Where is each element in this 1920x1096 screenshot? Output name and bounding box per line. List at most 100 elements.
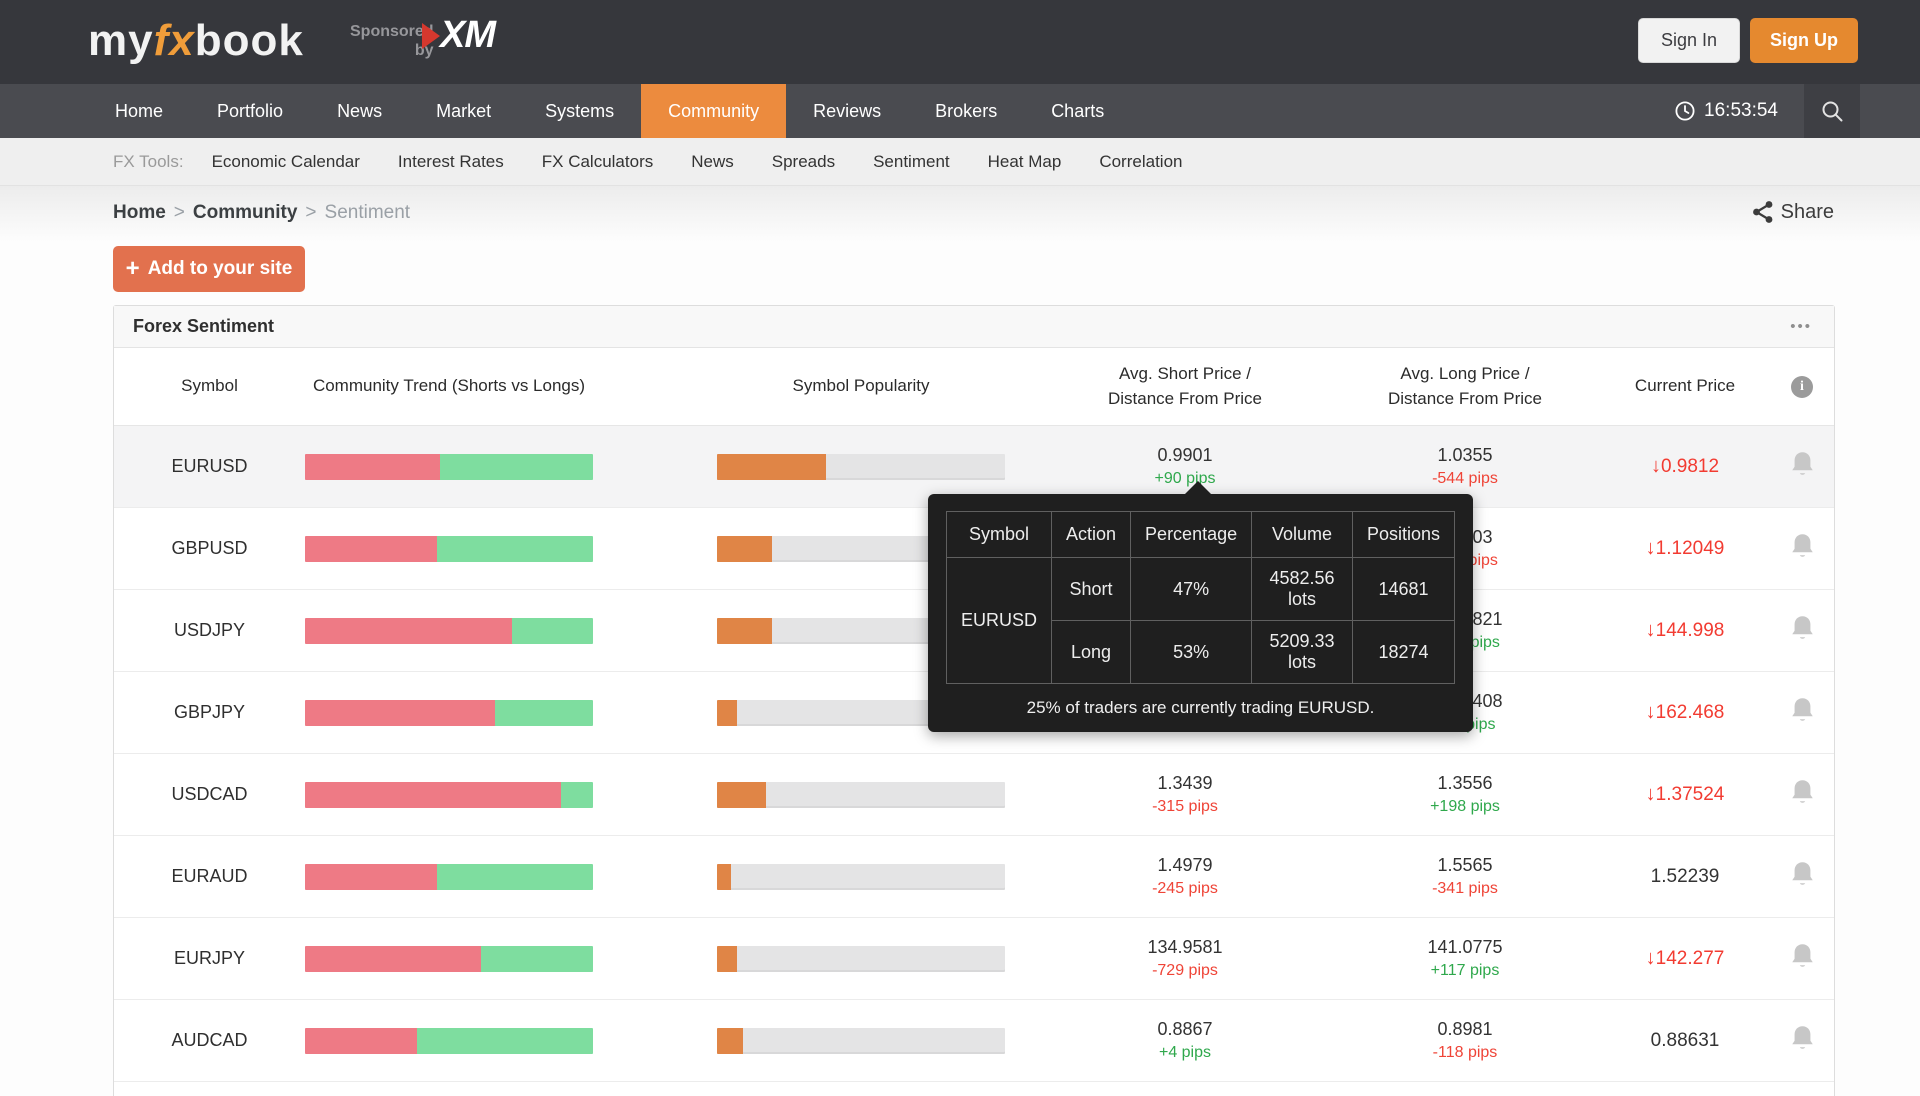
current-price: 0.88631 bbox=[1600, 1030, 1770, 1052]
symbol-popularity-bar[interactable] bbox=[717, 782, 1005, 808]
fx-tools-label: FX Tools: bbox=[113, 152, 184, 172]
short-distance-pips: -729 pips bbox=[1070, 962, 1300, 980]
nav-item-charts[interactable]: Charts bbox=[1024, 84, 1131, 138]
clock-icon bbox=[1674, 100, 1696, 122]
current-price: ↓144.998 bbox=[1600, 619, 1770, 642]
longs-bar-segment bbox=[481, 946, 593, 972]
nav-item-brokers[interactable]: Brokers bbox=[908, 84, 1024, 138]
fx-tool-fx-calculators[interactable]: FX Calculators bbox=[542, 152, 653, 172]
price-alert-button[interactable] bbox=[1770, 450, 1834, 484]
fx-tool-correlation[interactable]: Correlation bbox=[1099, 152, 1182, 172]
longs-bar-segment bbox=[512, 618, 593, 644]
myfxbook-logo[interactable]: myfxbook bbox=[88, 16, 304, 66]
nav-item-reviews[interactable]: Reviews bbox=[786, 84, 908, 138]
table-row-usdcad[interactable]: USDCAD1.3439-315 pips1.3556+198 pips↓1.3… bbox=[114, 754, 1834, 836]
shorts-bar-segment bbox=[305, 700, 495, 726]
breadcrumb: Home>Community>Sentiment bbox=[113, 202, 410, 224]
shorts-bar-segment bbox=[305, 782, 561, 808]
longs-bar-segment bbox=[561, 782, 593, 808]
fx-tool-spreads[interactable]: Spreads bbox=[772, 152, 835, 172]
bell-icon bbox=[1789, 860, 1816, 889]
fx-tool-sentiment[interactable]: Sentiment bbox=[873, 152, 950, 172]
tooltip-row-short: EURUSDShort47%4582.56 lots14681 bbox=[947, 558, 1455, 621]
breadcrumb-home[interactable]: Home bbox=[113, 202, 166, 223]
nav-item-news[interactable]: News bbox=[310, 84, 409, 138]
avg-long-price: 1.3556 bbox=[1350, 773, 1580, 794]
community-trend-bar[interactable] bbox=[305, 536, 593, 562]
tooltip-volume: 4582.56 lots bbox=[1252, 558, 1353, 621]
community-trend-bar[interactable] bbox=[305, 864, 593, 890]
avg-long-price: 141.0775 bbox=[1350, 937, 1580, 958]
nav-item-portfolio[interactable]: Portfolio bbox=[190, 84, 310, 138]
table-row-audcad[interactable]: AUDCAD0.8867+4 pips0.8981-118 pips0.8863… bbox=[114, 1000, 1834, 1082]
symbol-label[interactable]: EURAUD bbox=[114, 866, 305, 887]
tooltip-header-symbol: Symbol bbox=[947, 512, 1052, 558]
price-alert-button[interactable] bbox=[1770, 696, 1834, 730]
longs-bar-segment bbox=[495, 700, 593, 726]
bell-icon bbox=[1789, 450, 1816, 479]
table-row-euraud[interactable]: EURAUD1.4979-245 pips1.5565-341 pips1.52… bbox=[114, 836, 1834, 918]
symbol-popularity-bar[interactable] bbox=[717, 864, 1005, 890]
logo-book: book bbox=[195, 16, 304, 65]
info-icon[interactable]: i bbox=[1791, 376, 1813, 398]
community-trend-bar[interactable] bbox=[305, 700, 593, 726]
column-header-symbol-popularity: Symbol Popularity bbox=[717, 374, 1005, 399]
symbol-popularity-bar[interactable] bbox=[717, 454, 1005, 480]
fx-tool-heat-map[interactable]: Heat Map bbox=[988, 152, 1062, 172]
share-icon bbox=[1752, 200, 1774, 224]
symbol-label[interactable]: AUDCAD bbox=[114, 1030, 305, 1051]
tooltip-volume: 5209.33 lots bbox=[1252, 621, 1353, 684]
fx-tool-news[interactable]: News bbox=[691, 152, 734, 172]
share-button[interactable]: Share bbox=[1752, 200, 1834, 224]
shorts-bar-segment bbox=[305, 864, 437, 890]
price-alert-button[interactable] bbox=[1770, 614, 1834, 648]
nav-item-home[interactable]: Home bbox=[88, 84, 190, 138]
fx-tool-interest-rates[interactable]: Interest Rates bbox=[398, 152, 504, 172]
symbol-label[interactable]: GBPJPY bbox=[114, 702, 305, 723]
avg-short-price-cell: 1.3439-315 pips bbox=[1070, 773, 1300, 816]
tooltip-header-positions: Positions bbox=[1352, 512, 1454, 558]
panel-menu-button[interactable]: ••• bbox=[1790, 318, 1812, 335]
price-alert-button[interactable] bbox=[1770, 942, 1834, 976]
price-alert-button[interactable] bbox=[1770, 1024, 1834, 1058]
symbol-label[interactable]: GBPUSD bbox=[114, 538, 305, 559]
search-button[interactable] bbox=[1804, 84, 1860, 138]
add-to-your-site-button[interactable]: + Add to your site bbox=[113, 246, 305, 292]
symbol-label[interactable]: EURJPY bbox=[114, 948, 305, 969]
plus-icon: + bbox=[126, 257, 140, 281]
symbol-label[interactable]: USDCAD bbox=[114, 784, 305, 805]
community-trend-bar[interactable] bbox=[305, 946, 593, 972]
table-header-row: Symbol Community Trend (Shorts vs Longs)… bbox=[114, 348, 1834, 426]
price-alert-button[interactable] bbox=[1770, 778, 1834, 812]
symbol-popularity-bar[interactable] bbox=[717, 946, 1005, 972]
community-trend-bar[interactable] bbox=[305, 454, 593, 480]
avg-short-price: 0.8867 bbox=[1070, 1019, 1300, 1040]
bell-icon bbox=[1789, 696, 1816, 725]
nav-item-systems[interactable]: Systems bbox=[518, 84, 641, 138]
long-distance-pips: +198 pips bbox=[1350, 798, 1580, 816]
symbol-label[interactable]: USDJPY bbox=[114, 620, 305, 641]
community-trend-bar[interactable] bbox=[305, 618, 593, 644]
avg-long-price: 0.8981 bbox=[1350, 1019, 1580, 1040]
avg-short-price-cell: 0.8867+4 pips bbox=[1070, 1019, 1300, 1062]
short-distance-pips: -245 pips bbox=[1070, 880, 1300, 898]
table-row-eurjpy[interactable]: EURJPY134.9581-729 pips141.0775+117 pips… bbox=[114, 918, 1834, 1000]
breadcrumb-community[interactable]: Community bbox=[193, 202, 298, 223]
xm-sponsor-logo[interactable]: XM bbox=[420, 14, 495, 57]
nav-item-market[interactable]: Market bbox=[409, 84, 518, 138]
current-price: ↓1.12049 bbox=[1600, 537, 1770, 560]
long-distance-pips: +117 pips bbox=[1350, 962, 1580, 980]
symbol-label[interactable]: EURUSD bbox=[114, 456, 305, 477]
community-trend-bar[interactable] bbox=[305, 1028, 593, 1054]
community-trend-bar[interactable] bbox=[305, 782, 593, 808]
sign-in-button[interactable]: Sign In bbox=[1638, 18, 1740, 63]
bell-icon bbox=[1789, 778, 1816, 807]
price-alert-button[interactable] bbox=[1770, 532, 1834, 566]
fx-tool-economic-calendar[interactable]: Economic Calendar bbox=[212, 152, 360, 172]
sign-up-button[interactable]: Sign Up bbox=[1750, 18, 1858, 63]
nav-item-community[interactable]: Community bbox=[641, 84, 786, 138]
price-alert-button[interactable] bbox=[1770, 860, 1834, 894]
symbol-popularity-bar[interactable] bbox=[717, 1028, 1005, 1054]
logo-my: my bbox=[88, 16, 154, 65]
price-down-arrow-icon: ↓ bbox=[1646, 783, 1656, 805]
